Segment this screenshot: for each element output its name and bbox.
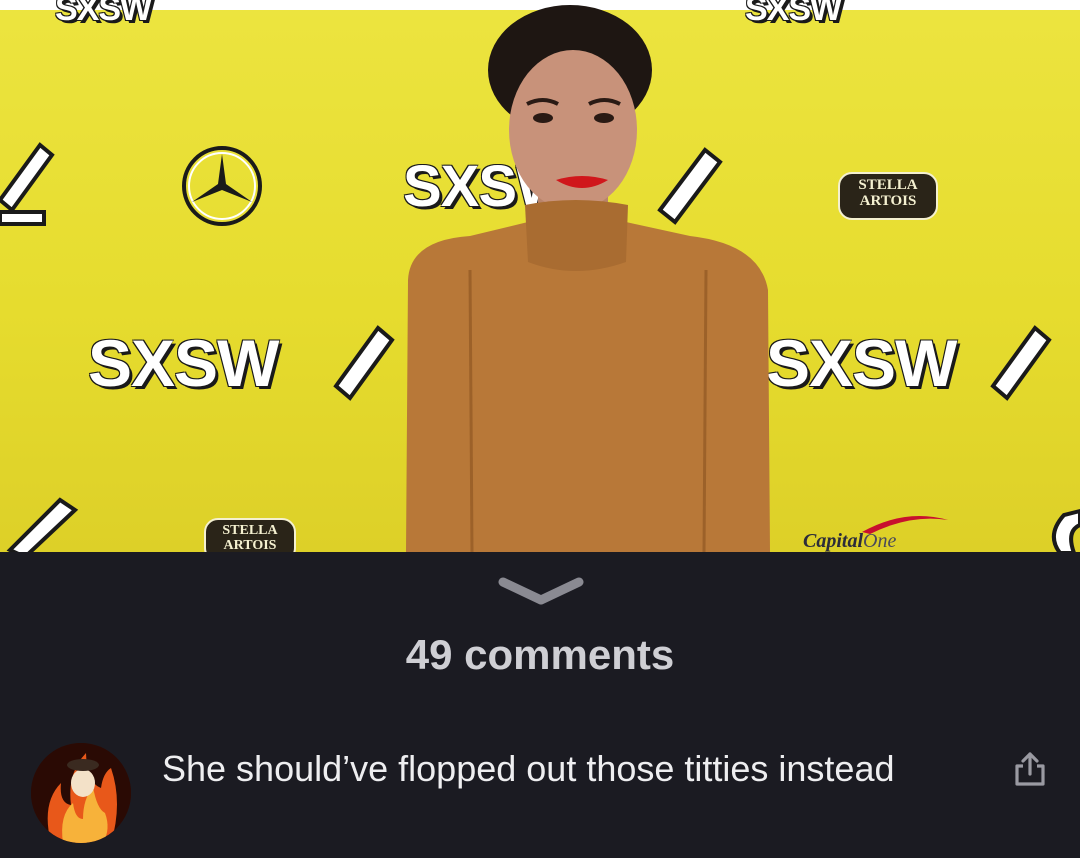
share-icon[interactable] bbox=[1010, 750, 1050, 790]
comment-text: She should’ve flopped out those titties … bbox=[162, 748, 895, 789]
fire-avatar-icon bbox=[31, 743, 131, 843]
chevron-down-icon[interactable] bbox=[497, 574, 585, 606]
comment-count: 49 comments bbox=[405, 631, 675, 678]
post-image[interactable]: SXSW SXSW SXSW SXSW SXSW STELLA ARTOIS S… bbox=[0, 0, 1080, 552]
avatar[interactable] bbox=[31, 743, 131, 843]
person-figure bbox=[406, 5, 770, 552]
